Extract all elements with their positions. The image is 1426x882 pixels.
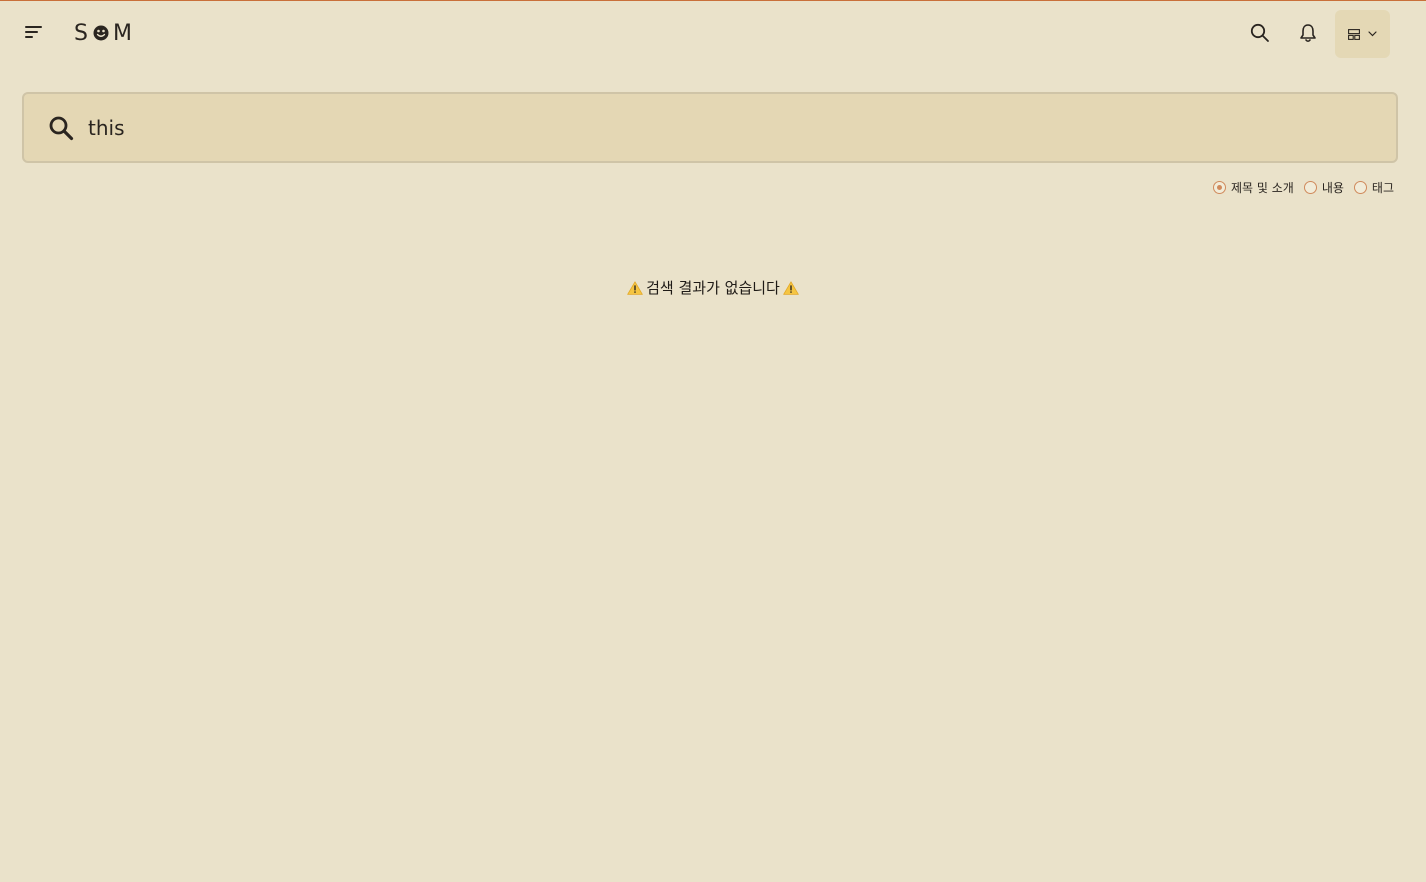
radio-selected[interactable] [1212, 181, 1226, 194]
filter-content[interactable]: 내용 [1303, 179, 1344, 196]
warning-icon [627, 280, 643, 295]
filter-title-intro[interactable]: 제목 및 소개 [1212, 179, 1294, 196]
search-icon [1250, 23, 1269, 42]
bell-icon [1300, 24, 1316, 43]
menu-icon [25, 26, 42, 38]
search-icon [49, 116, 74, 141]
filter-tag[interactable]: 태그 [1353, 179, 1394, 196]
logo-letter-m: M [112, 20, 134, 46]
smiley-icon [93, 25, 109, 41]
search-page: S M this 제목 및 소개 내용 태그 검색 결과가 없습니다 [0, 0, 1426, 882]
search-input[interactable] [84, 108, 1382, 148]
filter-label: 태그 [1371, 181, 1394, 195]
warning-icon [783, 280, 799, 295]
empty-results-message: 검색 결과가 없습니다 [646, 279, 780, 297]
header-search-button[interactable] [1245, 18, 1275, 48]
menu-button[interactable] [20, 18, 48, 46]
logo-letter-s: S [74, 20, 90, 46]
radio-unselected[interactable] [1353, 181, 1367, 194]
filter-label: 내용 [1321, 181, 1344, 195]
top-bar: S M [0, 1, 1426, 65]
radio-unselected[interactable] [1303, 181, 1317, 194]
grid-icon [1348, 28, 1360, 40]
chevron-down-icon [1368, 31, 1377, 37]
search-box[interactable] [22, 92, 1398, 163]
app-logo[interactable]: S M [74, 18, 134, 48]
account-menu-button[interactable] [1335, 10, 1390, 58]
search-scope-filters: 제목 및 소개 내용 태그 [1203, 179, 1394, 196]
empty-results: 검색 결과가 없습니다 [0, 277, 1426, 298]
filter-label: 제목 및 소개 [1230, 181, 1294, 195]
notifications-button[interactable] [1293, 18, 1323, 48]
